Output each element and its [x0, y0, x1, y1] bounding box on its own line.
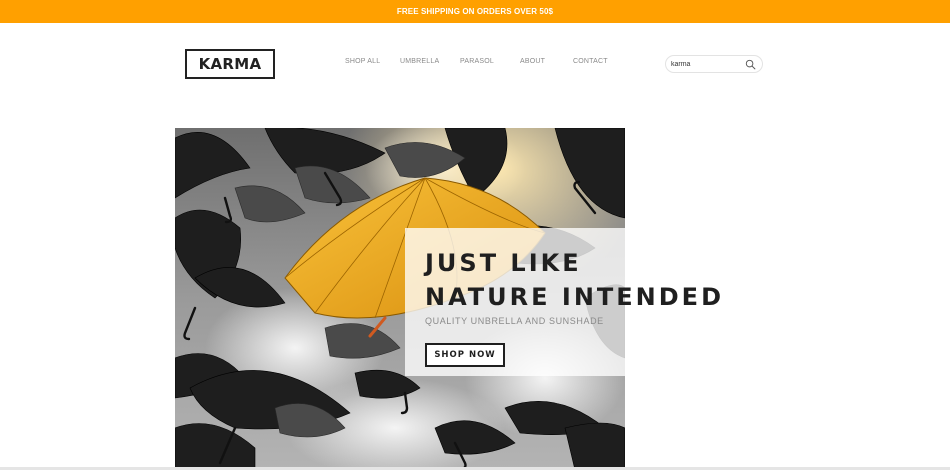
hero-heading: JUST LIKE NATURE INTENDED	[425, 246, 785, 314]
search-box	[665, 55, 763, 73]
hero-subheading: QUALITY UNBRELLA AND SUNSHADE	[425, 316, 604, 326]
promo-text: FREE SHIPPING ON ORDERS OVER 50$	[396, 7, 554, 16]
shop-now-button[interactable]: SHOP NOW	[425, 343, 505, 367]
nav-contact[interactable]: CONTACT	[573, 58, 608, 65]
main-nav: SHOP ALL UMBRELLA PARASOL ABOUT CONTACT	[0, 58, 950, 70]
promo-banner: FREE SHIPPING ON ORDERS OVER 50$	[0, 0, 950, 23]
nav-shop-all[interactable]: SHOP ALL	[345, 58, 380, 65]
nav-umbrella[interactable]: UMBRELLA	[400, 58, 439, 65]
search-icon[interactable]	[745, 59, 756, 70]
nav-parasol[interactable]: PARASOL	[460, 58, 494, 65]
hero-heading-line2: NATURE INTENDED	[425, 283, 724, 311]
nav-about[interactable]: ABOUT	[520, 58, 545, 65]
search-input[interactable]	[671, 57, 745, 71]
hero-heading-line1: JUST LIKE	[425, 249, 582, 277]
